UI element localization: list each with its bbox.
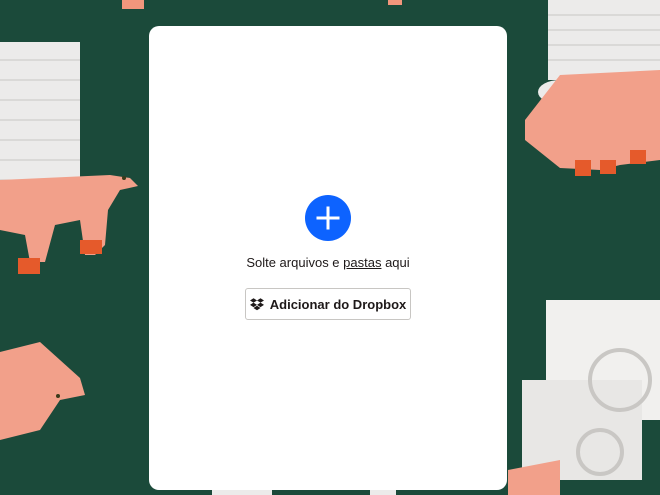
add-files-button[interactable] — [305, 195, 351, 241]
drop-text-prefix: Solte arquivos e — [246, 255, 344, 270]
dropbox-button-label: Adicionar do Dropbox — [269, 296, 407, 312]
drop-instructions: Solte arquivos e pastas aqui — [149, 255, 507, 270]
dropbox-icon — [249, 297, 264, 310]
folders-link[interactable]: pastas — [343, 255, 381, 270]
add-from-dropbox-button[interactable]: Adicionar do Dropbox — [245, 288, 411, 320]
upload-dropzone[interactable]: Solte arquivos e pastas aqui Adicionar d… — [149, 26, 507, 490]
plus-icon — [316, 206, 340, 230]
drop-text-suffix: aqui — [381, 255, 410, 270]
